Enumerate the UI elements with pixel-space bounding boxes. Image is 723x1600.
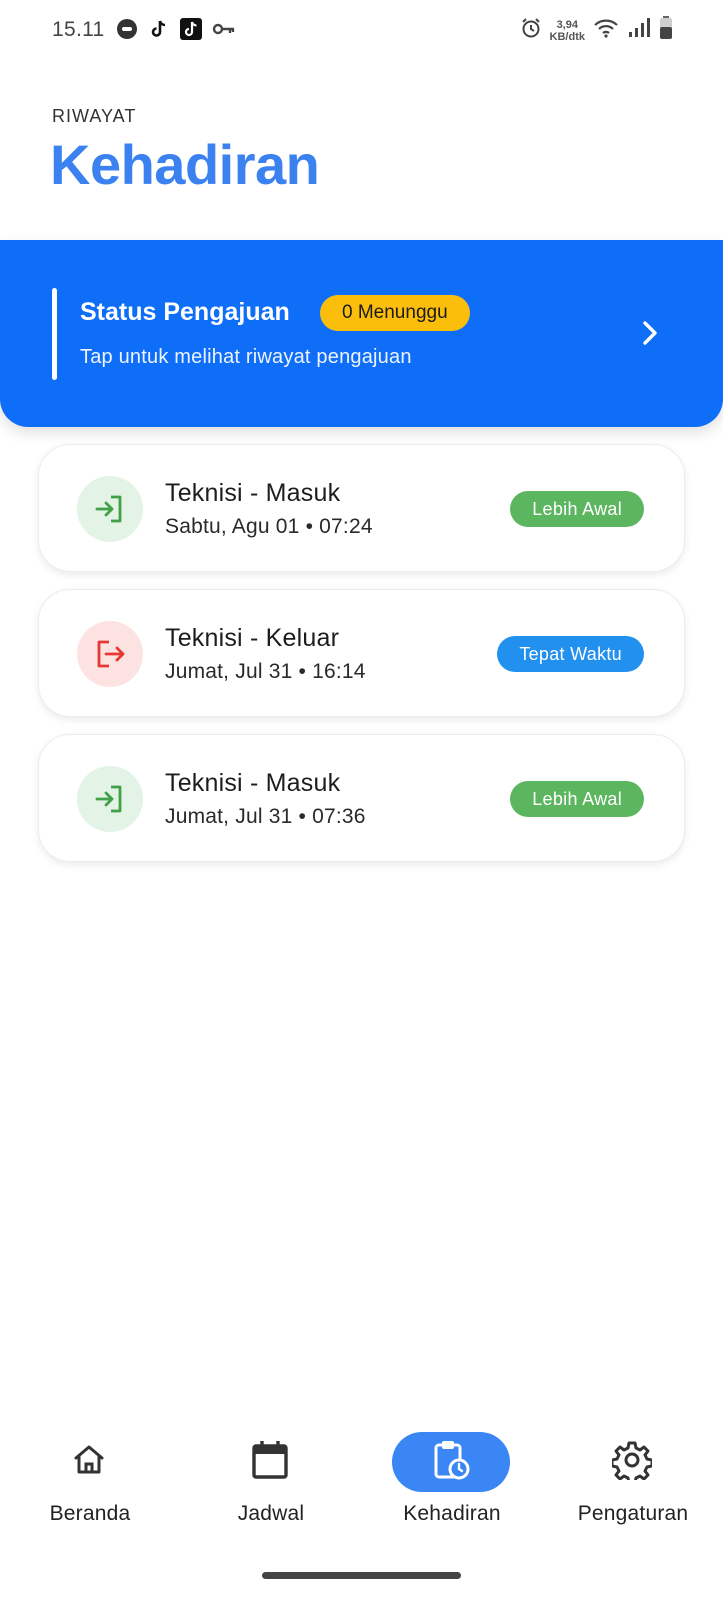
- banner-accent-bar: [52, 288, 57, 380]
- record-datetime: Jumat, Jul 31 • 07:36: [165, 805, 366, 828]
- system-icons: 3,94 KB/dtk: [520, 16, 673, 45]
- nav-icon-container: [30, 1432, 148, 1492]
- nav-label: Kehadiran: [403, 1502, 501, 1525]
- vpn-key-icon: [212, 18, 236, 45]
- login-icon: [77, 476, 143, 542]
- nav-label: Pengaturan: [577, 1502, 689, 1525]
- network-speed-unit: KB/dtk: [549, 30, 585, 43]
- login-icon: [77, 766, 143, 832]
- status-bar: 15.11 3,94 KB/dtk: [0, 0, 723, 64]
- pending-count-badge: 0 Menunggu: [320, 295, 470, 331]
- record-status-badge: Lebih Awal: [510, 491, 644, 527]
- record-datetime: Jumat, Jul 31 • 16:14: [165, 660, 366, 683]
- nav-item-pengaturan[interactable]: Pengaturan: [543, 1420, 723, 1540]
- nav-icon-container-active: [392, 1432, 510, 1492]
- nav-item-beranda[interactable]: Beranda: [0, 1420, 180, 1540]
- attendance-record-card[interactable]: Teknisi - Masuk Sabtu, Agu 01 • 07:24 Le…: [38, 444, 685, 572]
- gear-icon: [610, 1440, 654, 1485]
- battery-icon: [659, 16, 673, 45]
- record-title: Teknisi - Keluar: [165, 624, 340, 652]
- network-speed-value: 3,94: [556, 18, 578, 31]
- messenger-icon: [116, 18, 138, 45]
- nav-item-jadwal[interactable]: Jadwal: [181, 1420, 361, 1540]
- nav-label: Jadwal: [237, 1502, 305, 1525]
- submission-status-banner[interactable]: Status Pengajuan 0 Menunggu Tap untuk me…: [0, 240, 723, 427]
- status-time: 15.11: [52, 18, 105, 41]
- nav-label: Beranda: [49, 1502, 131, 1525]
- attendance-record-card[interactable]: Teknisi - Masuk Jumat, Jul 31 • 07:36 Le…: [38, 734, 685, 862]
- record-title: Teknisi - Masuk: [165, 769, 341, 797]
- banner-title: Status Pengajuan: [80, 298, 290, 326]
- clipboard-clock-icon: [431, 1439, 471, 1486]
- nav-item-kehadiran[interactable]: Kehadiran: [362, 1420, 542, 1540]
- signal-icon: [627, 17, 651, 44]
- tiktok-icon: [180, 18, 202, 45]
- home-indicator[interactable]: [262, 1572, 461, 1579]
- record-status-badge: Tepat Waktu: [497, 636, 644, 672]
- calendar-icon: [250, 1439, 290, 1486]
- alarm-icon: [520, 17, 542, 44]
- nav-icon-container: [211, 1432, 329, 1492]
- page-title: Kehadiran: [50, 133, 320, 196]
- nav-icon-container: [573, 1432, 691, 1492]
- record-status-badge: Lebih Awal: [510, 781, 644, 817]
- tiktok-icon: [148, 18, 170, 45]
- notification-icons: [116, 18, 236, 45]
- banner-description: Tap untuk melihat riwayat pengajuan: [80, 346, 412, 368]
- chevron-right-icon: [636, 316, 664, 350]
- record-datetime: Sabtu, Agu 01 • 07:24: [165, 515, 373, 538]
- record-title: Teknisi - Masuk: [165, 479, 341, 507]
- wifi-icon: [593, 17, 619, 44]
- home-icon: [70, 1441, 108, 1484]
- page-subtitle: RIWAYAT: [52, 106, 137, 126]
- logout-icon: [77, 621, 143, 687]
- attendance-record-card[interactable]: Teknisi - Keluar Jumat, Jul 31 • 16:14 T…: [38, 589, 685, 717]
- bottom-navigation: Beranda Jadwal Kehadiran Pengaturan: [0, 1420, 723, 1540]
- network-speed: 3,94 KB/dtk: [550, 19, 585, 43]
